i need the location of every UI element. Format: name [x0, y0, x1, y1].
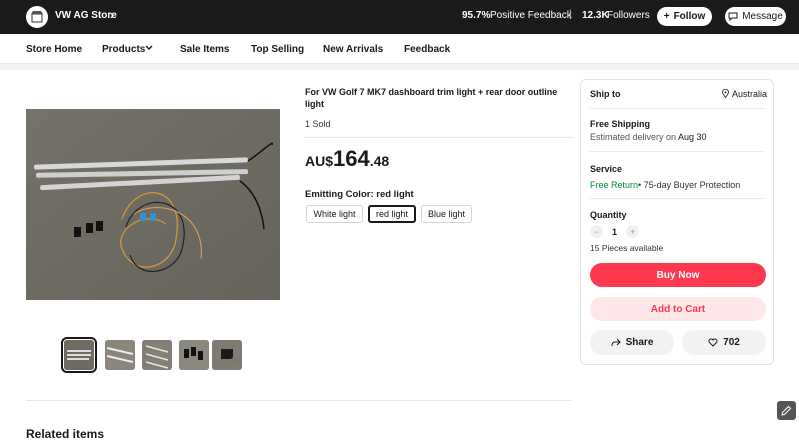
plus-icon: +	[663, 11, 670, 22]
thumbnail-5[interactable]	[212, 340, 242, 370]
product-title: For VW Golf 7 MK7 dashboard trim light +…	[305, 87, 558, 109]
sold-count: 1 Sold	[305, 119, 331, 129]
price-currency: AU$	[305, 153, 334, 169]
store-name-link[interactable]: VW AG Store	[55, 10, 117, 21]
store-nav: Store Home Products Sale Items Top Selli…	[0, 34, 799, 64]
chevron-down-icon[interactable]	[145, 45, 153, 51]
heart-icon	[708, 338, 718, 347]
product-price: AU$164.48	[305, 146, 389, 172]
edit-pencil-button[interactable]	[777, 401, 796, 420]
buyer-protection[interactable]: • 75-day Buyer Protection	[638, 180, 740, 190]
price-integer: 164	[333, 146, 370, 171]
location-pin-icon[interactable]	[722, 89, 729, 98]
quantity-title: Quantity	[590, 210, 627, 220]
info-divider	[305, 137, 573, 138]
pieces-available: 15 Pieces available	[590, 243, 664, 253]
buy-now-button[interactable]: Buy Now	[590, 263, 766, 287]
message-button[interactable]: Message	[725, 7, 786, 26]
nav-shadow-band	[0, 64, 799, 70]
thumbnail-1[interactable]	[61, 337, 97, 373]
quantity-minus-button[interactable]: −	[590, 225, 603, 238]
nav-new-arrivals[interactable]: New Arrivals	[323, 44, 383, 55]
ship-to-label: Ship to	[590, 89, 621, 99]
header-separator: |	[569, 9, 572, 20]
follow-button[interactable]: + Follow	[657, 7, 712, 26]
free-shipping-title: Free Shipping	[590, 119, 651, 129]
free-return-link[interactable]: Free Return	[590, 180, 638, 190]
share-label: Share	[625, 337, 654, 348]
delivery-date: Aug 30	[678, 132, 707, 142]
purchase-panel: Ship to Australia Free Shipping Estimate…	[580, 79, 774, 365]
share-icon	[611, 338, 621, 347]
related-items-heading: Related items	[26, 427, 105, 441]
ship-to-country[interactable]: Australia	[732, 89, 767, 99]
main-product-image[interactable]	[26, 109, 280, 300]
service-title: Service	[590, 164, 623, 174]
thumbnail-3[interactable]	[142, 340, 172, 370]
panel-divider	[589, 198, 765, 199]
store-logo-icon[interactable]	[26, 6, 48, 28]
nav-feedback[interactable]: Feedback	[404, 44, 450, 55]
chevron-right-icon[interactable]: ›	[110, 8, 114, 22]
option-red-light[interactable]: red light	[368, 205, 416, 223]
option-white-light[interactable]: White light	[306, 205, 363, 223]
option-blue-light[interactable]: Blue light	[421, 205, 472, 223]
add-to-cart-button[interactable]: Add to Cart	[590, 297, 766, 321]
wishlist-count: 702	[723, 337, 740, 348]
quantity-value[interactable]: 1	[612, 227, 617, 237]
emitting-color-label: Emitting Color: red light	[305, 189, 414, 200]
followers-count: 12.3K	[582, 10, 609, 21]
nav-store-home[interactable]: Store Home	[26, 44, 82, 55]
chat-bubble-icon	[728, 12, 738, 21]
feedback-label: Positive Feedback	[490, 10, 572, 21]
quantity-plus-button[interactable]: +	[626, 225, 639, 238]
price-decimal: .48	[369, 153, 390, 169]
follow-label: Follow	[673, 11, 706, 22]
delivery-prefix: Estimated delivery on	[590, 132, 677, 142]
nav-sale-items[interactable]: Sale Items	[180, 44, 229, 55]
thumbnail-2[interactable]	[105, 340, 135, 370]
section-divider	[26, 400, 572, 401]
panel-divider	[589, 108, 765, 109]
nav-products[interactable]: Products	[102, 44, 145, 55]
message-label: Message	[742, 11, 783, 22]
wishlist-button[interactable]: 702	[682, 330, 766, 355]
nav-top-selling[interactable]: Top Selling	[251, 44, 304, 55]
feedback-percent: 95.7%	[462, 10, 491, 21]
share-button[interactable]: Share	[590, 330, 674, 355]
followers-label: Followers	[607, 10, 650, 21]
thumbnail-4[interactable]	[179, 340, 209, 370]
pencil-icon	[781, 405, 792, 416]
panel-divider	[589, 151, 765, 152]
store-header-bar: VW AG Store › 95.7% Positive Feedback | …	[0, 0, 799, 34]
